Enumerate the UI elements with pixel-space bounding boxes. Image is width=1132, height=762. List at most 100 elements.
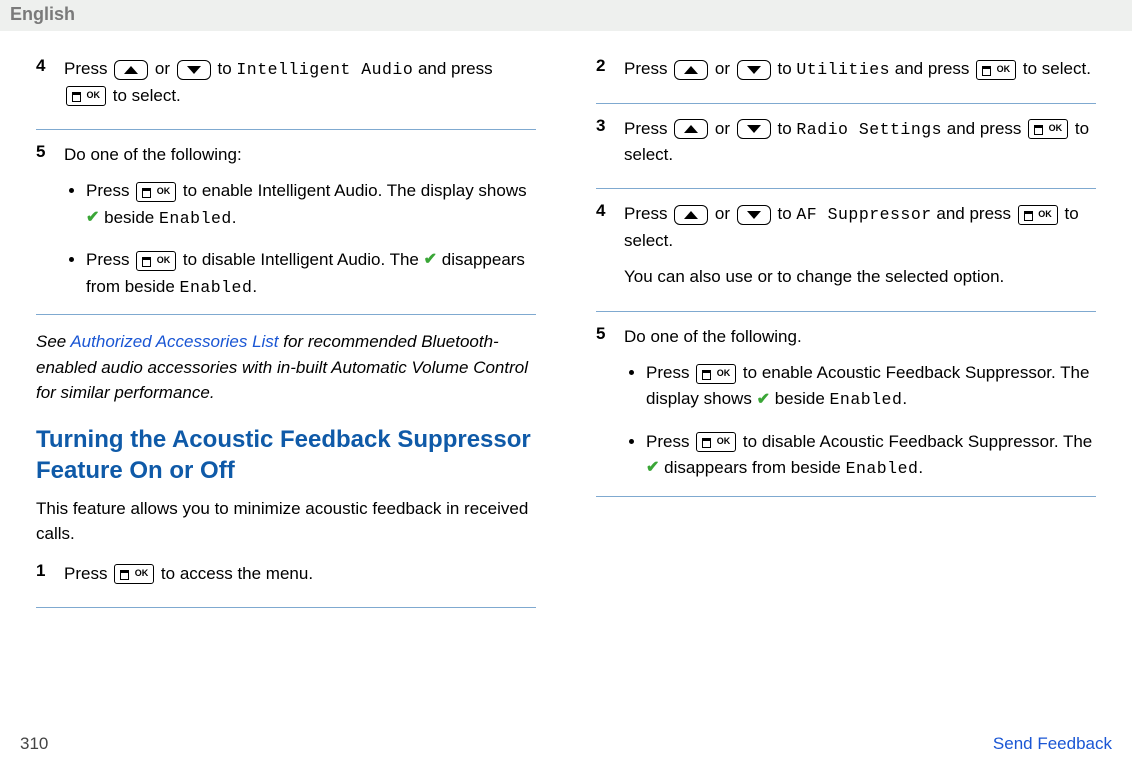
checkmark-icon: ✔	[646, 456, 659, 481]
text: beside	[104, 208, 159, 227]
enabled-label: Enabled	[180, 278, 253, 297]
ok-button-icon	[66, 86, 106, 106]
section-intro: This feature allows you to minimize acou…	[36, 496, 536, 547]
checkmark-icon: ✔	[424, 248, 437, 273]
step-number: 3	[596, 116, 624, 179]
list-item: Press to enable Acoustic Feedback Suppre…	[646, 360, 1096, 413]
up-arrow-button-icon	[674, 119, 708, 139]
ok-button-icon	[696, 432, 736, 452]
text: .	[232, 208, 237, 227]
text: or	[715, 59, 735, 78]
up-arrow-button-icon	[674, 60, 708, 80]
step-body: Do one of the following: Press to enable…	[64, 142, 536, 304]
content-area: 4 Press or to Intelligent Audio and pres…	[0, 31, 1132, 620]
text: to select.	[113, 86, 181, 105]
text: Press	[624, 204, 672, 223]
text: Press	[64, 564, 112, 583]
step-2: 2 Press or to Utilities and press to sel…	[596, 56, 1096, 104]
down-arrow-button-icon	[737, 119, 771, 139]
text: and press	[895, 59, 974, 78]
text: to	[778, 119, 797, 138]
text: Press	[64, 59, 112, 78]
up-arrow-button-icon	[674, 205, 708, 225]
text: or	[715, 204, 735, 223]
bullet-list: Press to enable Intelligent Audio. The d…	[64, 178, 536, 300]
step-5-left: 5 Do one of the following: Press to enab…	[36, 142, 536, 315]
checkmark-icon: ✔	[86, 206, 99, 231]
text: .	[918, 458, 923, 477]
ok-button-icon	[1028, 119, 1068, 139]
step-note: You can also use or to change the select…	[624, 264, 1096, 290]
step-intro: Do one of the following:	[64, 142, 536, 168]
text: Press	[624, 59, 672, 78]
step-body: Press or to AF Suppressor and press to s…	[624, 201, 1096, 300]
down-arrow-button-icon	[737, 60, 771, 80]
authorized-accessories-link[interactable]: Authorized Accessories List	[70, 332, 278, 351]
menu-item-intelligent-audio: Intelligent Audio	[236, 60, 413, 79]
step-number: 4	[596, 201, 624, 300]
section-heading: Turning the Acoustic Feedback Suppressor…	[36, 424, 536, 486]
text: Press	[646, 363, 694, 382]
text: to enable Intelligent Audio. The display…	[183, 181, 527, 200]
text: and press	[936, 204, 1015, 223]
list-item: Press to disable Acoustic Feedback Suppr…	[646, 429, 1096, 482]
send-feedback-link[interactable]: Send Feedback	[993, 734, 1112, 754]
enabled-label: Enabled	[830, 390, 903, 409]
menu-item-utilities: Utilities	[796, 60, 890, 79]
list-item: Press to disable Intelligent Audio. The …	[86, 247, 536, 300]
enabled-label: Enabled	[846, 459, 919, 478]
ok-button-icon	[114, 564, 154, 584]
bullet-list: Press to enable Acoustic Feedback Suppre…	[624, 360, 1096, 482]
text: Press	[624, 119, 672, 138]
text: to	[218, 59, 237, 78]
ok-button-icon	[976, 60, 1016, 80]
step-body: Press or to Utilities and press to selec…	[624, 56, 1096, 93]
ok-button-icon	[136, 182, 176, 202]
text: to disable Intelligent Audio. The	[183, 250, 424, 269]
text: to	[778, 59, 797, 78]
header-language: English	[10, 4, 75, 24]
text: or	[155, 59, 175, 78]
step-number: 2	[596, 56, 624, 93]
page-number: 310	[20, 734, 48, 754]
menu-item-af-suppressor: AF Suppressor	[796, 205, 931, 224]
text: Press	[86, 181, 134, 200]
step-number: 4	[36, 56, 64, 119]
text: to	[778, 204, 797, 223]
text: .	[252, 277, 257, 296]
header-bar: English	[0, 0, 1132, 31]
step-body: Press or to Radio Settings and press to …	[624, 116, 1096, 179]
step-intro: Do one of the following.	[624, 324, 1096, 350]
text: to select.	[1023, 59, 1091, 78]
step-body: Press to access the menu.	[64, 561, 536, 597]
step-number: 1	[36, 561, 64, 597]
text: to access the menu.	[161, 564, 313, 583]
list-item: Press to enable Intelligent Audio. The d…	[86, 178, 536, 231]
right-column: 2 Press or to Utilities and press to sel…	[566, 56, 1116, 620]
ok-button-icon	[696, 364, 736, 384]
accessories-note: See Authorized Accessories List for reco…	[36, 329, 536, 406]
text: to disable Acoustic Feedback Suppressor.…	[743, 432, 1092, 451]
text: disappears from beside	[664, 458, 845, 477]
down-arrow-button-icon	[737, 205, 771, 225]
step-1: 1 Press to access the menu.	[36, 561, 536, 608]
text: .	[902, 389, 907, 408]
text: beside	[775, 389, 830, 408]
ok-button-icon	[1018, 205, 1058, 225]
down-arrow-button-icon	[177, 60, 211, 80]
step-4-right: 4 Press or to AF Suppressor and press to…	[596, 201, 1096, 311]
ok-button-icon	[136, 251, 176, 271]
up-arrow-button-icon	[114, 60, 148, 80]
step-5-right: 5 Do one of the following. Press to enab…	[596, 324, 1096, 497]
step-number: 5	[36, 142, 64, 304]
text: Press	[646, 432, 694, 451]
menu-item-radio-settings: Radio Settings	[796, 120, 942, 139]
footer: 310 Send Feedback	[0, 734, 1132, 754]
text: See	[36, 332, 70, 351]
checkmark-icon: ✔	[757, 388, 770, 413]
step-3: 3 Press or to Radio Settings and press t…	[596, 116, 1096, 190]
step-4-left: 4 Press or to Intelligent Audio and pres…	[36, 56, 536, 130]
text: and press	[418, 59, 493, 78]
step-body: Do one of the following. Press to enable…	[624, 324, 1096, 486]
text: and press	[947, 119, 1026, 138]
